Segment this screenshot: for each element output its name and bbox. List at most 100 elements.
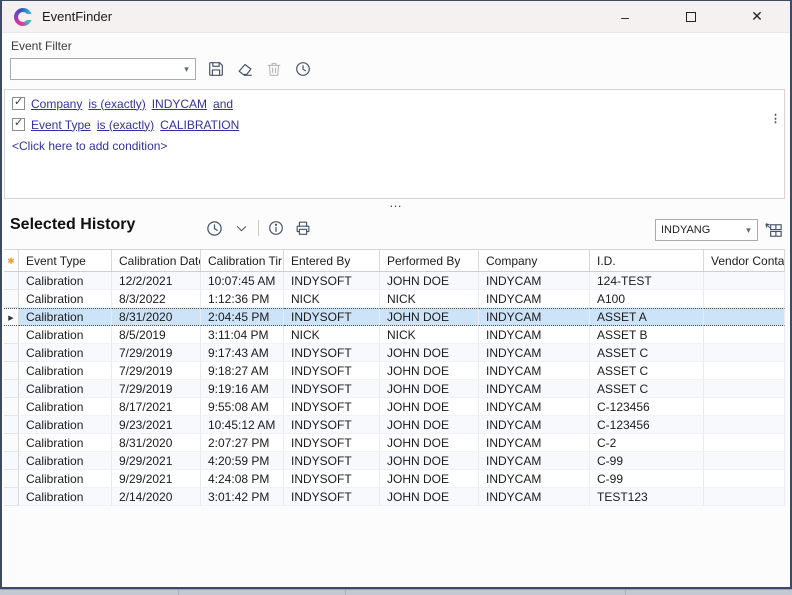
table-cell[interactable]: JOHN DOE bbox=[380, 488, 479, 506]
table-cell[interactable]: TEST123 bbox=[590, 488, 704, 506]
table-cell[interactable]: C-99 bbox=[590, 452, 704, 470]
dropdown-arrow-icon[interactable]: ▾ bbox=[178, 64, 195, 75]
table-cell[interactable]: 9/29/2021 bbox=[112, 470, 201, 488]
table-cell[interactable]: JOHN DOE bbox=[380, 434, 479, 452]
table-cell[interactable]: INDYSOFT bbox=[284, 344, 380, 362]
column-header[interactable]: Performed By bbox=[380, 250, 479, 271]
history-clock-icon[interactable] bbox=[204, 218, 224, 238]
printer-icon[interactable] bbox=[293, 218, 313, 238]
table-row[interactable]: Calibration9/29/20214:24:08 PMINDYSOFTJO… bbox=[4, 470, 785, 488]
table-cell[interactable] bbox=[704, 452, 785, 470]
column-header[interactable]: Calibration Date bbox=[112, 250, 201, 271]
table-cell[interactable]: Calibration bbox=[19, 416, 112, 434]
info-icon[interactable] bbox=[266, 218, 286, 238]
table-cell[interactable]: Calibration bbox=[19, 290, 112, 308]
chevron-down-icon[interactable] bbox=[231, 218, 251, 238]
condition-value[interactable]: CALIBRATION bbox=[160, 118, 239, 132]
table-cell[interactable]: 8/3/2022 bbox=[112, 290, 201, 308]
table-cell[interactable]: INDYCAM bbox=[479, 344, 590, 362]
add-condition-link[interactable]: <Click here to add condition> bbox=[12, 139, 167, 153]
table-cell[interactable]: 124-TEST bbox=[590, 272, 704, 290]
table-cell[interactable]: 9/23/2021 bbox=[112, 416, 201, 434]
close-button[interactable]: ✕ bbox=[724, 1, 790, 32]
table-cell[interactable]: 3:01:42 PM bbox=[201, 488, 284, 506]
table-cell[interactable]: Calibration bbox=[19, 326, 112, 344]
table-cell[interactable]: ASSET A bbox=[590, 308, 704, 326]
user-combobox[interactable]: INDYANG ▾ bbox=[655, 219, 758, 241]
table-cell[interactable]: 2:07:27 PM bbox=[201, 434, 284, 452]
table-cell[interactable]: C-123456 bbox=[590, 416, 704, 434]
dropdown-arrow-icon[interactable]: ▾ bbox=[740, 225, 757, 236]
table-cell[interactable]: JOHN DOE bbox=[380, 344, 479, 362]
table-cell[interactable] bbox=[704, 398, 785, 416]
table-cell[interactable]: Calibration bbox=[19, 380, 112, 398]
table-cell[interactable]: Calibration bbox=[19, 344, 112, 362]
table-cell[interactable]: C-2 bbox=[590, 434, 704, 452]
table-cell[interactable]: JOHN DOE bbox=[380, 380, 479, 398]
table-cell[interactable] bbox=[704, 380, 785, 398]
table-cell[interactable]: INDYCAM bbox=[479, 272, 590, 290]
table-row[interactable]: Calibration9/29/20214:20:59 PMINDYSOFTJO… bbox=[4, 452, 785, 470]
table-cell[interactable]: 2/14/2020 bbox=[112, 488, 201, 506]
table-cell[interactable]: INDYSOFT bbox=[284, 362, 380, 380]
table-cell[interactable]: 9:55:08 AM bbox=[201, 398, 284, 416]
table-row[interactable]: Calibration2/14/20203:01:42 PMINDYSOFTJO… bbox=[4, 488, 785, 506]
column-header[interactable]: Company bbox=[479, 250, 590, 271]
table-cell[interactable]: 8/17/2021 bbox=[112, 398, 201, 416]
table-cell[interactable] bbox=[704, 416, 785, 434]
table-cell[interactable]: C-99 bbox=[590, 470, 704, 488]
condition-checkbox[interactable] bbox=[12, 97, 25, 110]
table-cell[interactable]: JOHN DOE bbox=[380, 398, 479, 416]
table-cell[interactable]: ASSET C bbox=[590, 344, 704, 362]
table-cell[interactable]: JOHN DOE bbox=[380, 362, 479, 380]
column-header[interactable]: Vendor Conta bbox=[704, 250, 785, 271]
table-cell[interactable]: INDYSOFT bbox=[284, 488, 380, 506]
panel-overflow-grip[interactable]: ⋮ bbox=[770, 114, 781, 124]
table-cell[interactable]: 9:17:43 AM bbox=[201, 344, 284, 362]
table-cell[interactable]: C-123456 bbox=[590, 398, 704, 416]
table-cell[interactable]: INDYSOFT bbox=[284, 398, 380, 416]
table-cell[interactable] bbox=[704, 344, 785, 362]
table-cell[interactable]: ASSET C bbox=[590, 362, 704, 380]
condition-checkbox[interactable] bbox=[12, 118, 25, 131]
table-cell[interactable]: Calibration bbox=[19, 362, 112, 380]
table-cell[interactable]: Calibration bbox=[19, 488, 112, 506]
table-cell[interactable]: JOHN DOE bbox=[380, 470, 479, 488]
condition-connector[interactable]: and bbox=[213, 97, 233, 111]
table-cell[interactable]: 10:07:45 AM bbox=[201, 272, 284, 290]
table-cell[interactable] bbox=[704, 272, 785, 290]
table-cell[interactable]: INDYCAM bbox=[479, 434, 590, 452]
table-cell[interactable] bbox=[704, 470, 785, 488]
condition-value[interactable]: INDYCAM bbox=[152, 97, 207, 111]
table-cell[interactable]: 7/29/2019 bbox=[112, 362, 201, 380]
table-cell[interactable] bbox=[704, 308, 785, 326]
event-filter-combobox[interactable]: ▾ bbox=[10, 58, 196, 80]
table-cell[interactable]: INDYSOFT bbox=[284, 434, 380, 452]
table-cell[interactable]: ASSET C bbox=[590, 380, 704, 398]
condition-field[interactable]: Event Type bbox=[31, 118, 91, 132]
table-cell[interactable]: Calibration bbox=[19, 434, 112, 452]
table-row[interactable]: Calibration8/5/20193:11:04 PMNICKNICKIND… bbox=[4, 326, 785, 344]
table-cell[interactable]: INDYSOFT bbox=[284, 380, 380, 398]
table-cell[interactable] bbox=[704, 326, 785, 344]
column-header[interactable]: Entered By bbox=[284, 250, 380, 271]
table-cell[interactable]: Calibration bbox=[19, 308, 112, 326]
table-cell[interactable]: INDYSOFT bbox=[284, 416, 380, 434]
table-row[interactable]: Calibration7/29/20199:19:16 AMINDYSOFTJO… bbox=[4, 380, 785, 398]
table-cell[interactable] bbox=[704, 362, 785, 380]
table-cell[interactable]: 4:24:08 PM bbox=[201, 470, 284, 488]
table-row[interactable]: Calibration12/2/202110:07:45 AMINDYSOFTJ… bbox=[4, 272, 785, 290]
table-cell[interactable]: NICK bbox=[380, 326, 479, 344]
table-cell[interactable]: 8/5/2019 bbox=[112, 326, 201, 344]
table-cell[interactable]: JOHN DOE bbox=[380, 308, 479, 326]
table-cell[interactable]: INDYCAM bbox=[479, 452, 590, 470]
table-cell[interactable]: A100 bbox=[590, 290, 704, 308]
table-cell[interactable]: JOHN DOE bbox=[380, 272, 479, 290]
table-cell[interactable]: INDYCAM bbox=[479, 398, 590, 416]
table-cell[interactable]: ASSET B bbox=[590, 326, 704, 344]
table-cell[interactable]: Calibration bbox=[19, 470, 112, 488]
table-cell[interactable]: INDYCAM bbox=[479, 326, 590, 344]
condition-operator[interactable]: is (exactly) bbox=[97, 118, 154, 132]
table-cell[interactable]: NICK bbox=[284, 290, 380, 308]
table-cell[interactable]: INDYSOFT bbox=[284, 452, 380, 470]
